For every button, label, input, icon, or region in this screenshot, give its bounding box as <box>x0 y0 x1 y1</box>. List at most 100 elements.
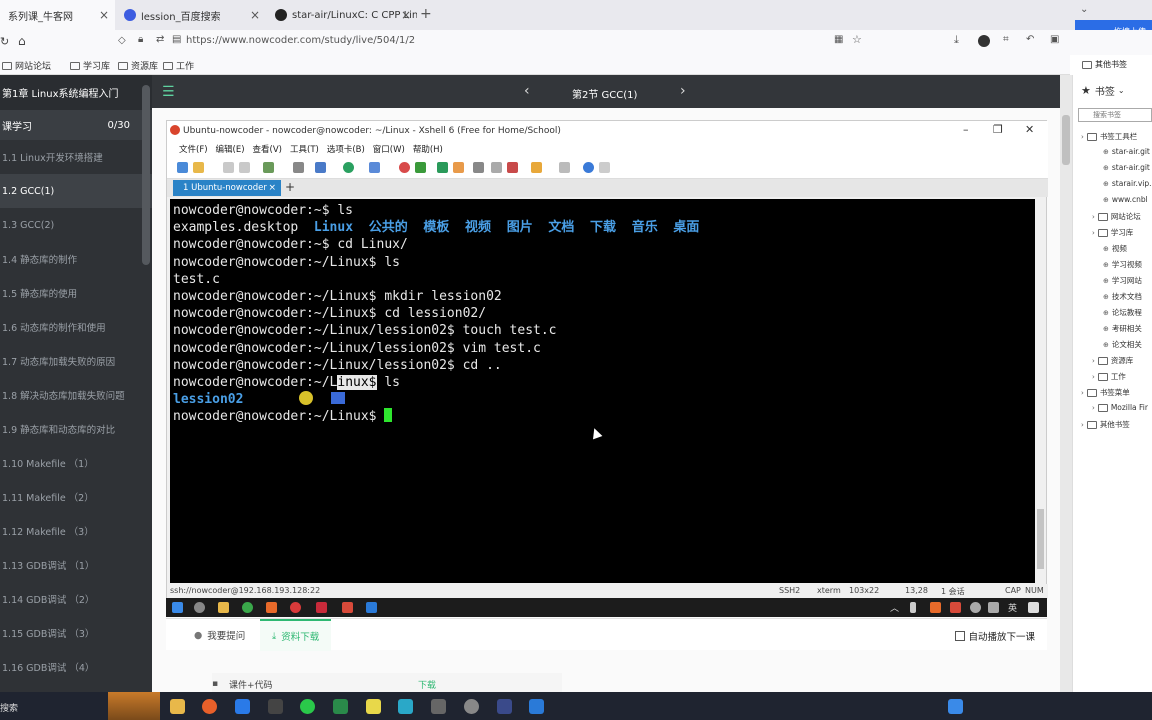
session-tab[interactable]: 1 Ubuntu-nowcoder × <box>173 180 281 196</box>
script-icon[interactable] <box>415 162 426 173</box>
close-icon[interactable]: × <box>250 8 260 22</box>
menu-edit[interactable]: 编辑(E) <box>216 143 245 155</box>
taskbar-search[interactable]: 搜索 <box>0 701 18 714</box>
download-link[interactable]: 下载 <box>418 678 436 691</box>
bookmarks-search-input[interactable]: 搜索书签 <box>1078 108 1152 122</box>
bookmark-work[interactable]: 工作 <box>163 59 194 72</box>
menu-window[interactable]: 窗口(W) <box>373 143 405 155</box>
vim-icon[interactable] <box>333 699 348 714</box>
bookmark-tree-item[interactable]: ⊕ 视频 <box>1103 243 1127 254</box>
tab-list-chevron-icon[interactable]: ⌄ <box>1080 4 1088 15</box>
lesson-item[interactable]: 1.7 动态库加载失败的原因 <box>0 344 152 378</box>
windows-start-icon[interactable] <box>172 602 183 613</box>
lesson-item[interactable]: 1.1 Linux开发环境搭建 <box>0 140 152 174</box>
app-icon[interactable] <box>497 699 512 714</box>
bookmark-learning[interactable]: 学习库 <box>70 59 110 72</box>
recorder-icon[interactable] <box>290 602 301 613</box>
site-info-icon[interactable]: ▤ <box>172 34 181 45</box>
menu-view[interactable]: 查看(V) <box>253 143 282 155</box>
lock-screen-icon[interactable] <box>473 162 484 173</box>
bookmark-tree-item[interactable]: ⊕ star-air.git <box>1103 147 1150 156</box>
bookmark-tree-item[interactable]: › 学习库 <box>1092 227 1133 238</box>
new-session-icon[interactable] <box>177 162 188 173</box>
bookmark-tree-item[interactable]: ⊕ 技术文档 <box>1103 291 1142 302</box>
reconnect-icon[interactable] <box>263 162 274 173</box>
chapter-header[interactable]: 第1章 Linux系统编程入门 <box>0 75 152 110</box>
microphone-icon[interactable] <box>910 602 916 613</box>
tray-app-icon[interactable] <box>930 602 941 613</box>
autoplay-toggle[interactable]: 自动播放下一课 <box>955 629 1035 643</box>
lesson-item[interactable]: 1.14 GDB调试 （2） <box>0 582 152 616</box>
new-tab-plus-icon[interactable]: + <box>420 6 432 22</box>
lesson-item[interactable]: 1.11 Makefile （2） <box>0 480 152 514</box>
bookmark-other[interactable]: 其他书签 <box>1082 59 1127 70</box>
bookmark-tree-item[interactable]: › 资源库 <box>1092 355 1133 366</box>
vscode-icon[interactable] <box>366 602 377 613</box>
app-icon[interactable] <box>398 699 413 714</box>
vscode-icon[interactable] <box>529 699 544 714</box>
menu-file[interactable]: 文件(F) <box>179 143 208 155</box>
firefox-icon[interactable] <box>202 699 217 714</box>
tray-app-icon[interactable] <box>950 602 961 613</box>
undo-icon[interactable]: ↶ <box>1026 34 1034 45</box>
lesson-item[interactable]: 1.2 GCC(1) <box>0 174 152 208</box>
lesson-item[interactable]: 1.5 静态库的使用 <box>0 276 152 310</box>
lesson-item[interactable]: 1.12 Makefile （3） <box>0 514 152 548</box>
wifi-icon[interactable] <box>970 602 981 613</box>
close-icon[interactable]: × <box>268 183 276 193</box>
permissions-icon[interactable]: ⇄ <box>156 34 164 45</box>
tab-ask-question[interactable]: ● 我要提问 <box>182 619 257 651</box>
terminal[interactable]: nowcoder@nowcoder:~$ ls examples.desktop … <box>170 199 1035 583</box>
close-icon[interactable]: × <box>401 8 411 22</box>
autoplay-checkbox[interactable] <box>955 631 966 641</box>
chrome-icon[interactable] <box>242 602 253 613</box>
help-icon[interactable] <box>583 162 594 173</box>
minimize-icon[interactable]: – <box>963 123 969 136</box>
bookmark-tree-item[interactable]: ⊕ 论文相关 <box>1103 339 1142 350</box>
extension-icon[interactable] <box>978 35 990 47</box>
browser-tab-github[interactable]: star-air/LinuxC: C CPP Linux I × <box>267 0 417 30</box>
lesson-item[interactable]: 1.6 动态库的制作和使用 <box>0 310 152 344</box>
transparency-icon[interactable] <box>453 162 464 173</box>
lesson-item[interactable]: 1.9 静态库和动态库的对比 <box>0 412 152 446</box>
close-icon[interactable]: × <box>99 8 109 22</box>
bookmark-tree-item[interactable]: ⊕ star-air.git <box>1103 163 1150 172</box>
find-icon[interactable] <box>293 162 304 173</box>
bookmark-tree-item[interactable]: › 书签工具栏 <box>1081 131 1137 142</box>
chat-icon[interactable] <box>599 162 610 173</box>
keyboard-icon[interactable] <box>491 162 502 173</box>
bookmark-tree-item[interactable]: › 书签菜单 <box>1081 387 1130 398</box>
app-icon[interactable] <box>266 602 277 613</box>
home-icon[interactable]: ⌂ <box>18 34 26 48</box>
bookmark-tree-item[interactable]: ⊕ 考研相关 <box>1103 323 1142 334</box>
lesson-item[interactable]: 1.4 静态库的制作 <box>0 242 152 276</box>
menu-tabs[interactable]: 选项卡(B) <box>327 143 365 155</box>
add-session-icon[interactable]: + <box>285 180 295 194</box>
notification-icon[interactable] <box>1028 602 1039 613</box>
maximize-icon[interactable]: ❐ <box>993 123 1003 136</box>
terminal-icon[interactable] <box>268 699 283 714</box>
file-explorer-icon[interactable] <box>218 602 229 613</box>
file-explorer-icon[interactable] <box>170 699 185 714</box>
reload-icon[interactable]: ↻ <box>0 35 9 48</box>
browser-tab-baidu[interactable]: lession_百度搜索 × <box>116 0 266 30</box>
bookmark-forum[interactable]: 网站论坛 <box>2 59 51 72</box>
lesson-item[interactable]: 1.16 GDB调试 （4） <box>0 650 152 684</box>
lesson-item[interactable]: 1.3 GCC(2) <box>0 208 152 242</box>
document-icon[interactable] <box>948 699 963 714</box>
lesson-item[interactable]: 1.15 GDB调试 （3） <box>0 616 152 650</box>
lesson-item[interactable]: 1.10 Makefile （1） <box>0 446 152 480</box>
lock-icon[interactable]: 🔒︎ <box>138 34 143 45</box>
sidebar-scrollbar[interactable] <box>142 85 150 265</box>
menu-tools[interactable]: 工具(T) <box>290 143 319 155</box>
connect-icon[interactable] <box>223 162 234 173</box>
wechat-icon[interactable] <box>300 699 315 714</box>
bookmark-tree-item[interactable]: ⊕ 学习网站 <box>1103 275 1142 286</box>
download-icon[interactable]: ⤓ <box>954 33 959 47</box>
open-folder-icon[interactable] <box>193 162 204 173</box>
compose-icon[interactable] <box>531 162 542 173</box>
close-icon[interactable]: ✕ <box>1025 123 1034 136</box>
bookmark-tree-item[interactable]: ⊕ www.cnbl <box>1103 195 1148 204</box>
bookmark-tree-item[interactable]: › Mozilla Fir <box>1092 403 1148 412</box>
qr-code-icon[interactable]: ▦ <box>834 34 843 45</box>
